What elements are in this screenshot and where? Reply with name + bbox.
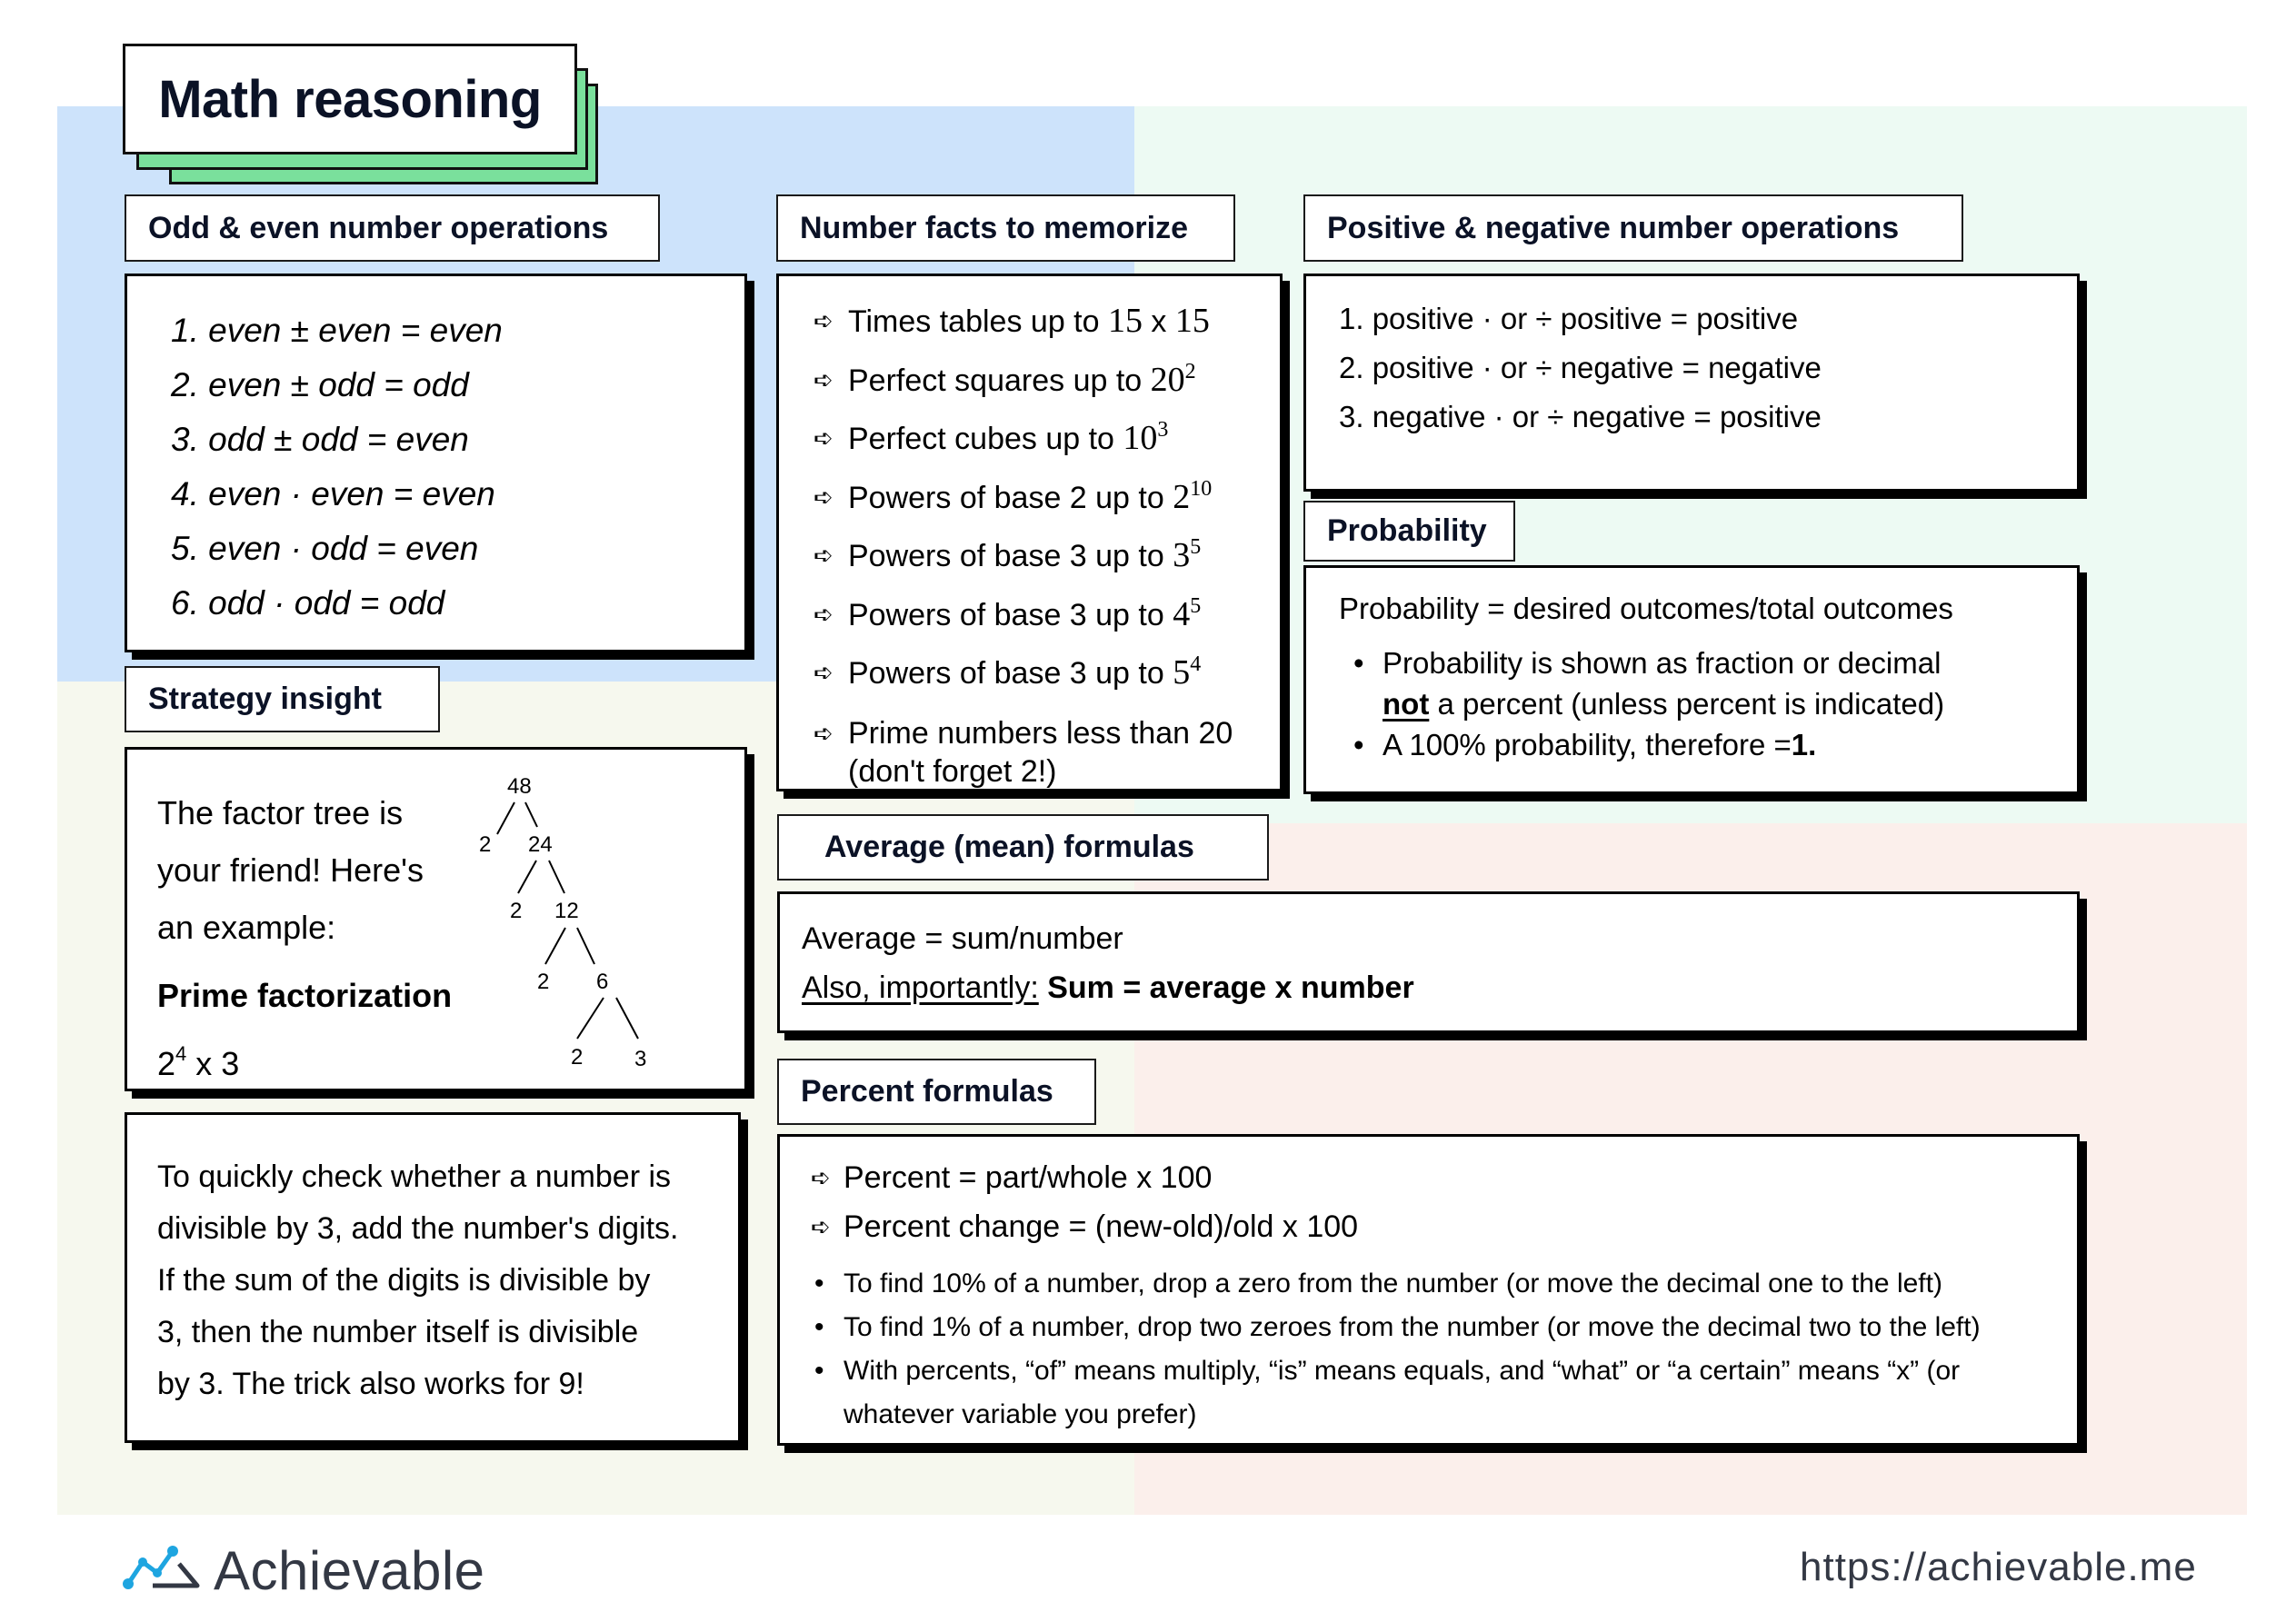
list-item: 3. odd ± odd = even <box>171 421 469 458</box>
divisibility-text: To quickly check whether a number is div… <box>157 1151 739 1410</box>
tree-node: 6 <box>596 970 608 994</box>
odd-even-box: 1. even ± even = even 2. even ± odd = od… <box>125 274 747 652</box>
list-item: 4. even · even = even <box>171 475 495 512</box>
text-line: by 3. The trick also works for 9! <box>157 1367 584 1401</box>
probability-box: Probability = desired outcomes/total out… <box>1303 565 2080 794</box>
arrow-bullet-icon: ➪ <box>814 542 834 569</box>
tree-node: 2 <box>510 899 522 923</box>
sum-formula: Also, importantly: Sum = average x numbe… <box>802 970 1414 1005</box>
page-title: Math reasoning <box>158 69 542 129</box>
tree-node: 48 <box>507 774 532 799</box>
percent-tips-list: To find 10% of a number, drop a zero fro… <box>811 1262 2047 1437</box>
chart-line-mountain-icon <box>123 1545 200 1589</box>
number-facts-list: ➪ Times tables up to 15 x 15 ➪ Perfect squ… <box>814 293 1233 791</box>
achievable-logo[interactable]: Achievable <box>123 1539 485 1602</box>
list-item: ➪ Powers of base 3 up to 35 <box>814 527 1233 586</box>
list-item: ➪ Perfect cubes up to 103 <box>814 410 1233 469</box>
arrow-bullet-icon: ➪ <box>814 365 834 393</box>
arrow-bullet-icon: ➪ <box>814 600 834 628</box>
tree-node: 2 <box>479 832 491 857</box>
probability-bullets: Probability is shown as fraction or deci… <box>1339 642 1944 765</box>
list-item: ➪ Powers of base 2 up to 210 <box>814 469 1233 528</box>
title-card: Math reasoning <box>123 44 577 154</box>
list-item: With percents, “of” means multiply, “is”… <box>811 1349 2047 1437</box>
odd-even-heading: Odd & even number operations <box>125 194 660 262</box>
arrow-bullet-icon: ➪ <box>814 483 834 511</box>
factor-tree-box: The factor tree is your friend! Here's a… <box>125 747 747 1091</box>
list-item: To find 10% of a number, drop a zero fro… <box>811 1262 2047 1306</box>
logo-text: Achievable <box>214 1540 485 1601</box>
tree-branch <box>496 801 515 835</box>
pos-neg-list: 1. positive · or ÷ positive = positive 2… <box>1339 294 1822 442</box>
percent-box: ➪ Percent = part/whole x 100 ➪ Percent cha… <box>777 1134 2080 1446</box>
footer-url-link[interactable]: https://achievable.me <box>1800 1545 2197 1590</box>
list-item: 3. negative · or ÷ negative = positive <box>1339 400 1822 433</box>
average-box: Average = sum/number Also, importantly: … <box>777 891 2080 1033</box>
list-item: ➪ Powers of base 3 up to 54 <box>814 644 1233 703</box>
percent-formulas-list: ➪ Percent = part/whole x 100 ➪ Percent cha… <box>811 1153 1358 1251</box>
list-item: ➪ Perfect squares up to 202 <box>814 352 1233 411</box>
tree-node: 2 <box>537 970 549 994</box>
list-item: 2. even ± odd = odd <box>171 366 469 403</box>
text-line: 3, then the number itself is divisible <box>157 1315 639 1349</box>
arrow-bullet-icon: ➪ <box>814 424 834 452</box>
arrow-bullet-icon: ➪ <box>814 307 834 334</box>
tree-branch <box>548 860 565 894</box>
list-item: ➪ Powers of base 3 up to 45 <box>814 586 1233 645</box>
average-text: Average = sum/number Also, importantly: … <box>802 914 1414 1012</box>
tree-node: 24 <box>528 832 553 857</box>
average-heading: Average (mean) formulas <box>777 814 1269 881</box>
result-base: 2 <box>157 1045 176 1082</box>
list-item: ➪ Percent = part/whole x 100 <box>811 1153 1358 1202</box>
tree-branch <box>517 860 537 894</box>
arrow-bullet-icon: ➪ <box>811 1164 831 1191</box>
arrow-bullet-icon: ➪ <box>814 719 834 747</box>
text-line: divisible by 3, add the number's digits. <box>157 1211 679 1246</box>
list-item: 2. positive · or ÷ negative = negative <box>1339 351 1822 384</box>
list-item: 1. positive · or ÷ positive = positive <box>1339 302 1799 335</box>
result-rest: x 3 <box>186 1045 240 1082</box>
percent-heading: Percent formulas <box>777 1059 1096 1125</box>
list-item: Probability is shown as fraction or deci… <box>1339 642 1944 724</box>
tree-branch <box>576 927 595 965</box>
list-item: ➪ Prime numbers less than 20 (don't forget… <box>814 703 1233 791</box>
tree-branch <box>615 997 639 1040</box>
number-facts-heading: Number facts to memorize <box>776 194 1235 262</box>
list-item: 6. odd · odd = odd <box>171 584 445 622</box>
average-formula: Average = sum/number <box>802 921 1123 956</box>
tree-node: 12 <box>554 899 579 923</box>
tree-node: 2 <box>571 1045 583 1070</box>
pos-neg-box: 1. positive · or ÷ positive = positive 2… <box>1303 274 2080 492</box>
list-item: ➪ Times tables up to 15 x 15 <box>814 293 1233 352</box>
result-exponent: 4 <box>175 1042 187 1065</box>
list-item: 1. even ± even = even <box>171 312 503 349</box>
odd-even-list: 1. even ± even = even 2. even ± odd = od… <box>171 304 503 631</box>
list-item: ➪ Percent change = (new-old)/old x 100 <box>811 1202 1358 1251</box>
list-item: 5. even · odd = even <box>171 530 479 567</box>
list-item: To find 1% of a number, drop two zeroes … <box>811 1306 2047 1349</box>
probability-formula: Probability = desired outcomes/total out… <box>1339 592 1953 625</box>
arrow-bullet-icon: ➪ <box>811 1213 831 1240</box>
number-facts-box: ➪ Times tables up to 15 x 15 ➪ Perfect squ… <box>776 274 1283 791</box>
factor-tree-diagram: 48 2 24 2 12 2 6 2 3 <box>479 774 646 1071</box>
divisibility-box: To quickly check whether a number is div… <box>125 1112 741 1443</box>
arrow-bullet-icon: ➪ <box>814 659 834 686</box>
tree-branch <box>524 801 538 828</box>
tree-branch <box>576 997 604 1040</box>
text-line: To quickly check whether a number is <box>157 1159 672 1194</box>
tree-branch <box>544 927 566 965</box>
strategy-heading: Strategy insight <box>125 666 440 732</box>
probability-heading: Probability <box>1303 501 1515 562</box>
tree-node: 3 <box>634 1047 646 1071</box>
pos-neg-heading: Positive & negative number operations <box>1303 194 1963 262</box>
list-item: A 100% probability, therefore =1. <box>1339 724 1944 765</box>
text-line: If the sum of the digits is divisible by <box>157 1263 651 1298</box>
